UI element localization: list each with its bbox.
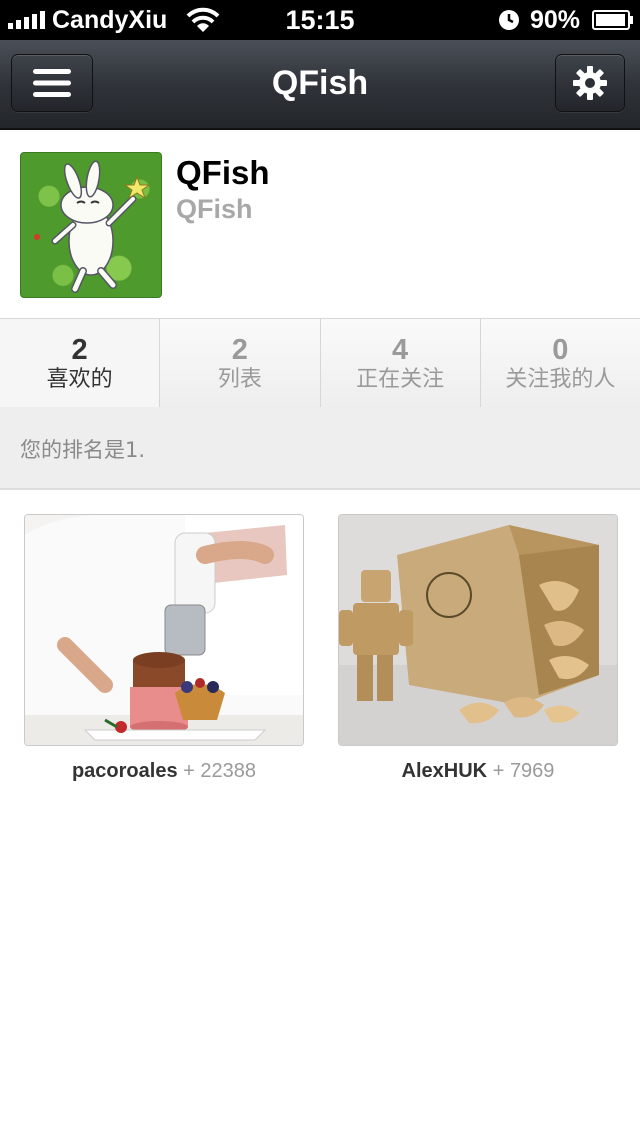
- alarm-icon: [499, 10, 519, 30]
- likes-label: 喜欢的: [46, 367, 113, 392]
- followers-count: 0: [552, 334, 569, 366]
- item-username[interactable]: AlexHUK: [402, 760, 488, 782]
- rank-text: 您的排名是1.: [20, 438, 146, 462]
- item-username[interactable]: pacoroales: [72, 760, 178, 782]
- lists-count: 2: [231, 334, 248, 366]
- wooden-figure-image: [339, 515, 617, 745]
- stats-bar: 2 喜欢的 2 列表 4 正在关注 0 关注我的人: [0, 318, 640, 408]
- followers-label: 关注我的人: [505, 367, 616, 392]
- tab-lists[interactable]: 2 列表: [160, 319, 321, 407]
- plus-icon: +: [183, 760, 195, 782]
- status-bar: CandyXiu 15:15 90%: [0, 0, 640, 40]
- item-caption: AlexHUK + 7969: [338, 760, 618, 783]
- item-count: 22388: [200, 760, 257, 782]
- list-item[interactable]: pacoroales + 22388: [24, 514, 304, 783]
- profile-header: QFish QFish: [0, 130, 640, 318]
- tab-likes[interactable]: 2 喜欢的: [0, 319, 161, 407]
- plus-icon: +: [492, 760, 505, 782]
- following-count: 4: [392, 334, 409, 366]
- item-photo-dessert[interactable]: [24, 514, 304, 746]
- avatar-bunny-image: [34, 160, 151, 293]
- profile-name: QFish: [176, 154, 270, 191]
- list-item[interactable]: AlexHUK + 7969: [338, 514, 618, 783]
- item-caption: pacoroales + 22388: [24, 760, 304, 783]
- profile-handle: QFish: [176, 194, 253, 224]
- following-label: 正在关注: [356, 367, 445, 392]
- settings-button[interactable]: [555, 54, 625, 112]
- tab-followers[interactable]: 0 关注我的人: [480, 319, 640, 407]
- gear-icon: [573, 66, 607, 100]
- tab-following[interactable]: 4 正在关注: [320, 319, 481, 407]
- navigation-bar: QFish: [0, 40, 640, 130]
- lists-label: 列表: [217, 367, 262, 392]
- battery-percent: 90%: [530, 6, 581, 34]
- battery-icon: [592, 10, 633, 30]
- rank-banner: 您的排名是1.: [0, 407, 640, 490]
- item-photo-wooden-figure[interactable]: [338, 514, 618, 746]
- page-title: QFish: [271, 64, 369, 102]
- item-count: 7969: [509, 760, 555, 782]
- avatar[interactable]: [20, 152, 162, 298]
- dessert-image: [25, 515, 303, 745]
- likes-count: 2: [71, 334, 88, 366]
